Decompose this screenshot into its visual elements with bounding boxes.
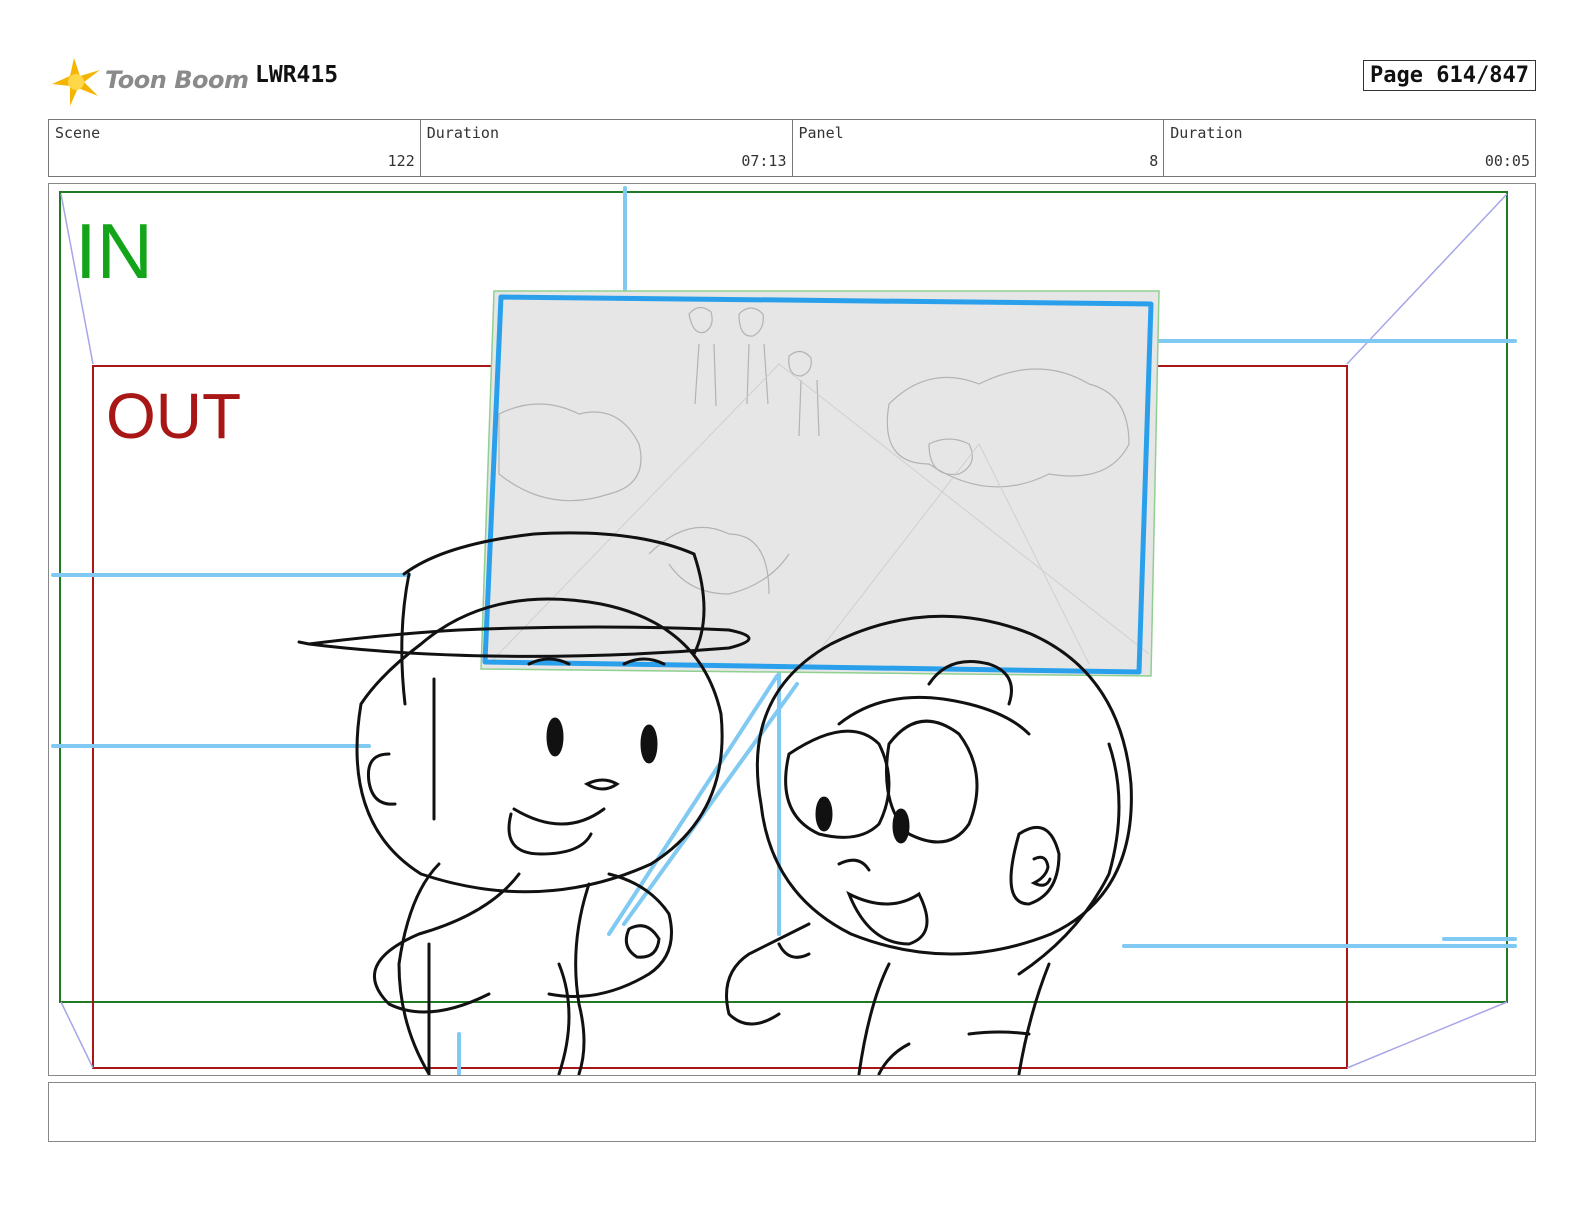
scene-duration-value: 07:13 bbox=[741, 152, 787, 170]
logo-text: Toon Boom bbox=[105, 66, 249, 94]
page-header: Toon Boom LWR415 Page 614/847 bbox=[50, 52, 1536, 108]
panel-duration-cell: Duration 00:05 bbox=[1164, 120, 1535, 176]
scene-cell: Scene 122 bbox=[49, 120, 421, 176]
scene-value: 122 bbox=[387, 152, 415, 170]
scene-label: Scene bbox=[55, 124, 101, 142]
out-frame-label: OUT bbox=[106, 380, 242, 452]
girl-character-sketch bbox=[725, 614, 1133, 1075]
sketch-drawing bbox=[51, 186, 1517, 1075]
in-frame-label: IN bbox=[75, 207, 153, 295]
panel-duration-label: Duration bbox=[1170, 124, 1243, 142]
scene-info-bar: Scene 122 Duration 07:13 Panel 8 Duratio… bbox=[48, 119, 1536, 177]
page-number: Page 614/847 bbox=[1363, 60, 1536, 91]
panel-duration-value: 00:05 bbox=[1484, 152, 1530, 170]
starburst-icon bbox=[52, 58, 100, 106]
scene-duration-cell: Duration 07:13 bbox=[421, 120, 793, 176]
storyboard-panel: IN OUT bbox=[48, 183, 1536, 1076]
scene-duration-label: Duration bbox=[426, 124, 499, 142]
project-code: LWR415 bbox=[255, 62, 339, 88]
notes-box[interactable] bbox=[48, 1082, 1536, 1142]
background-insert bbox=[480, 290, 1160, 677]
panel-value: 8 bbox=[1149, 152, 1159, 170]
toon-boom-logo: Toon Boom bbox=[50, 56, 250, 108]
panel-cell: Panel 8 bbox=[793, 120, 1165, 176]
panel-label: Panel bbox=[798, 124, 844, 142]
